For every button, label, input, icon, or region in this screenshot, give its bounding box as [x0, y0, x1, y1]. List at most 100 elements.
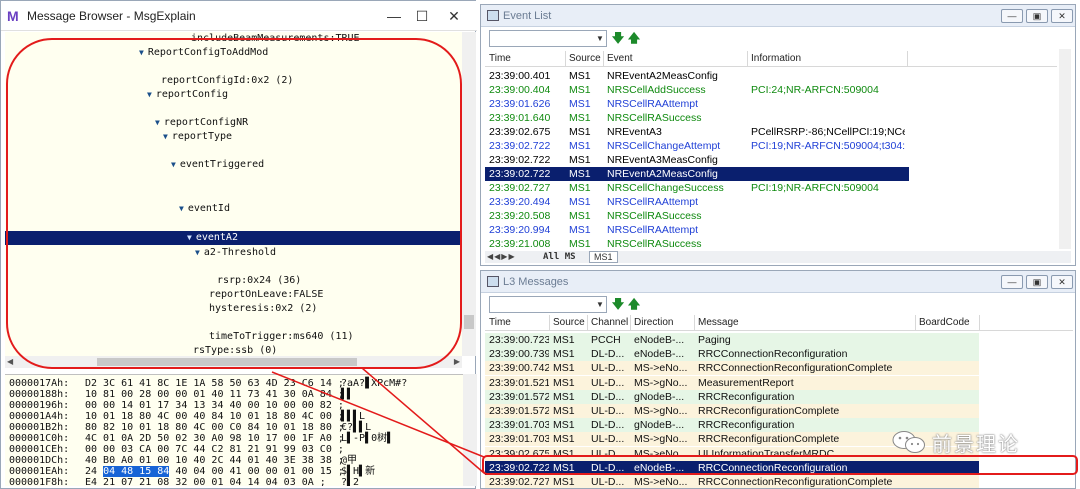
table-row[interactable]: 23:39:20.494 MS1 NRSCellRAAttempt — [485, 195, 1057, 209]
hex-row[interactable]: 000001DCh: 40 B0 A0 01 00 10 40 2C 44 01 … — [9, 455, 357, 466]
tab-all[interactable]: All MS — [543, 251, 576, 263]
chevron-down-icon[interactable]: ▼ — [594, 31, 606, 46]
hex-bytes[interactable]: E4 21 07 21 08 32 00 01 04 14 04 03 0A ; — [85, 477, 341, 486]
hex-row[interactable]: 000001F8h: E4 21 07 21 08 32 00 01 04 14 … — [9, 477, 359, 486]
close-icon[interactable]: ✕ — [1051, 275, 1073, 289]
hex-row[interactable]: 00000196h: 00 00 14 01 17 34 13 34 40 00 … — [9, 400, 344, 411]
table-row[interactable]: 23:39:00.401 MS1 NREventA2MeasConfig — [485, 69, 1057, 83]
tree-node[interactable]: includeBeamMeasurements:TRUE — [191, 32, 360, 45]
hex-bytes[interactable]: 10 81 00 28 00 00 01 40 11 73 41 30 0A 8… — [85, 389, 344, 400]
expand-arrow-icon[interactable]: ▼ — [187, 233, 192, 242]
expand-arrow-icon[interactable]: ▼ — [171, 160, 176, 169]
tree-node[interactable]: hysteresis:0x2 (2) — [209, 302, 317, 315]
hex-bytes[interactable]: 40 B0 A0 01 00 10 40 2C 44 01 40 3E 38 3… — [85, 455, 344, 466]
tree-node[interactable]: ▼ reportType — [163, 130, 232, 143]
event-list-scrollbar[interactable] — [1059, 49, 1071, 249]
table-row[interactable]: 23:39:02.675 MS1 NREventA3 PCellRSRP:-86;NC… — [485, 125, 1057, 139]
scrollbar-thumb[interactable] — [97, 358, 357, 366]
hex-row[interactable]: 0000017Ah: D2 3C 61 41 8C 1E 1A 58 50 63 … — [9, 378, 407, 389]
hex-row[interactable]: 00000188h: 10 81 00 28 00 00 01 40 11 73 … — [9, 389, 353, 400]
expand-arrow-icon[interactable]: ▼ — [139, 48, 144, 57]
maximize-icon[interactable]: ☐ — [411, 6, 433, 26]
table-row[interactable]: 23:39:02.722 MS1 DL-D... eNodeB-... RRCConne… — [485, 460, 979, 475]
hex-row[interactable]: 000001EAh: 24 04 48 15 84 40 04 00 41 00 … — [9, 466, 375, 477]
tree-node[interactable]: timeToTrigger:ms640 (11) — [209, 330, 354, 343]
column-header[interactable]: Time — [489, 317, 511, 328]
scrollbar-thumb[interactable] — [464, 315, 474, 329]
scroll-left-icon[interactable]: ◀ — [7, 356, 13, 368]
hex-bytes[interactable]: 4C 01 0A 2D 50 02 30 A0 98 10 17 00 1F A… — [85, 433, 344, 444]
table-row[interactable]: 23:39:00.739 MS1 DL-D... eNodeB-... RRCConne… — [485, 347, 979, 362]
column-header[interactable]: Time — [489, 53, 511, 64]
tree-node[interactable]: reportOnLeave:FALSE — [209, 288, 323, 301]
table-row[interactable]: 23:39:20.508 MS1 NRSCellRASuccess — [485, 209, 1057, 223]
minimize-icon[interactable]: — — [383, 6, 405, 26]
table-row[interactable]: 23:39:02.722 MS1 NREventA2MeasConfig — [485, 167, 909, 181]
minimize-icon[interactable]: — — [1001, 9, 1023, 23]
restore-icon[interactable]: ▣ — [1026, 275, 1048, 289]
close-icon[interactable]: ✕ — [443, 6, 465, 26]
hex-bytes[interactable]: 80 82 10 01 18 80 4C 00 C0 84 10 01 18 8… — [85, 422, 344, 433]
table-row[interactable]: 23:39:01.626 MS1 NRSCellRAAttempt — [485, 97, 1057, 111]
tree-node[interactable]: ▼ eventTriggered — [171, 158, 264, 171]
tab-ms1[interactable]: MS1 — [589, 251, 618, 263]
table-row[interactable]: 23:39:01.521 MS1 UL-D... MS->gNo... Measurem… — [485, 375, 979, 390]
arrow-down-icon[interactable]: 🡇 — [611, 31, 625, 45]
tree-node[interactable]: reportConfigId:0x2 (2) — [161, 74, 293, 87]
hex-bytes[interactable]: 10 01 18 80 4C 00 40 84 10 01 18 80 4C 0… — [85, 411, 344, 422]
restore-icon[interactable]: ▣ — [1026, 9, 1048, 23]
chevron-down-icon[interactable]: ▼ — [594, 297, 606, 312]
message-decode-tree[interactable]: includeBeamMeasurements:TRUE ▼ ReportConfi… — [5, 32, 462, 356]
table-row[interactable]: 23:39:02.727 MS1 UL-D... MS->eNo... RRCConne… — [485, 475, 979, 488]
hex-bytes[interactable]: 24 04 48 15 84 40 04 00 41 00 00 01 00 1… — [85, 466, 344, 477]
table-row[interactable]: 23:39:00.742 MS1 UL-D... MS->eNo... RRCConne… — [485, 361, 979, 376]
l3-table[interactable]: Time Source Channel Direction Message Bo… — [485, 315, 1073, 488]
hex-row[interactable]: 000001B2h: 80 82 10 01 18 80 4C 00 C0 84 … — [9, 422, 371, 433]
tree-node[interactable]: ▼ ReportConfigToAddMod — [139, 46, 268, 59]
tree-node[interactable]: rsrp:0x24 (36) — [217, 274, 301, 287]
scroll-right-icon[interactable]: ▶ — [454, 356, 460, 368]
column-header[interactable]: Direction — [634, 317, 673, 328]
table-row[interactable]: 23:39:01.572 MS1 DL-D... gNodeB-... RRCRecon… — [485, 389, 979, 404]
expand-arrow-icon[interactable]: ▼ — [147, 90, 152, 99]
arrow-up-icon[interactable]: 🡅 — [627, 297, 641, 311]
expand-arrow-icon[interactable]: ▼ — [195, 248, 200, 257]
tree-node[interactable]: ▼ reportConfigNR — [155, 116, 248, 129]
message-browser-titlebar[interactable]: M Message Browser - MsgExplain — ☐ ✕ — [1, 1, 477, 31]
column-header[interactable]: Information — [751, 53, 801, 64]
table-row[interactable]: 23:39:20.994 MS1 NRSCellRAAttempt — [485, 223, 1057, 237]
hex-dump-panel[interactable]: 0000017Ah: D2 3C 61 41 8C 1E 1A 58 50 63 … — [5, 374, 463, 486]
tree-node[interactable]: ▼ eventId — [179, 202, 230, 215]
hex-bytes[interactable]: D2 3C 61 41 8C 1E 1A 58 50 63 4D 23 C6 1… — [85, 378, 344, 389]
table-row[interactable]: 23:39:02.722 MS1 NREventA3MeasConfig — [485, 153, 1057, 167]
arrow-down-icon[interactable]: 🡇 — [611, 297, 625, 311]
tree-vertical-scrollbar[interactable] — [462, 32, 476, 356]
tree-horizontal-scrollbar[interactable]: ◀ ▶ — [5, 356, 462, 368]
hex-vertical-scrollbar[interactable] — [463, 374, 477, 486]
expand-arrow-icon[interactable]: ▼ — [163, 132, 168, 141]
tree-node[interactable]: ▼ eventA2 — [187, 231, 238, 244]
column-header[interactable]: Event — [607, 53, 633, 64]
hex-row[interactable]: 000001A4h: 10 01 18 80 4C 00 40 84 10 01 … — [9, 411, 365, 422]
minimize-icon[interactable]: — — [1001, 275, 1023, 289]
filter-combo[interactable]: ▼ — [489, 30, 607, 47]
table-row[interactable]: 23:39:02.722 MS1 NRSCellChangeAttempt PCI:1… — [485, 139, 1057, 153]
column-header[interactable]: Channel — [591, 317, 628, 328]
hex-row[interactable]: 000001CEh: 00 00 03 CA 00 7C 44 C2 81 21 … — [9, 444, 344, 455]
table-row[interactable]: 23:39:00.404 MS1 NRSCellAddSuccess PCI:24;N… — [485, 83, 1057, 97]
column-header[interactable]: BoardCode — [919, 317, 970, 328]
tree-node[interactable]: rsType:ssb (0) — [193, 344, 277, 356]
l3-messages-titlebar[interactable]: L3 Messages — ▣ ✕ — [481, 271, 1075, 293]
hex-bytes[interactable]: 00 00 14 01 17 34 13 34 40 00 10 00 00 8… — [85, 400, 344, 411]
column-header[interactable]: Message — [698, 317, 739, 328]
table-row[interactable]: 23:39:01.572 MS1 UL-D... MS->gNo... RRCRecon… — [485, 404, 979, 418]
filter-combo[interactable]: ▼ — [489, 296, 607, 313]
tree-node[interactable]: ▼ a2-Threshold — [195, 246, 276, 259]
hex-bytes[interactable]: 00 00 03 CA 00 7C 44 C2 81 21 91 99 03 C… — [85, 444, 344, 455]
column-header[interactable]: Source — [569, 53, 601, 64]
table-row[interactable]: 23:39:21.008 MS1 NRSCellRASuccess — [485, 237, 1057, 249]
column-header[interactable]: Source — [553, 317, 585, 328]
table-row[interactable]: 23:39:02.727 MS1 NRSCellChangeSuccess PCI:1… — [485, 181, 1057, 195]
close-icon[interactable]: ✕ — [1051, 9, 1073, 23]
arrow-up-icon[interactable]: 🡅 — [627, 31, 641, 45]
